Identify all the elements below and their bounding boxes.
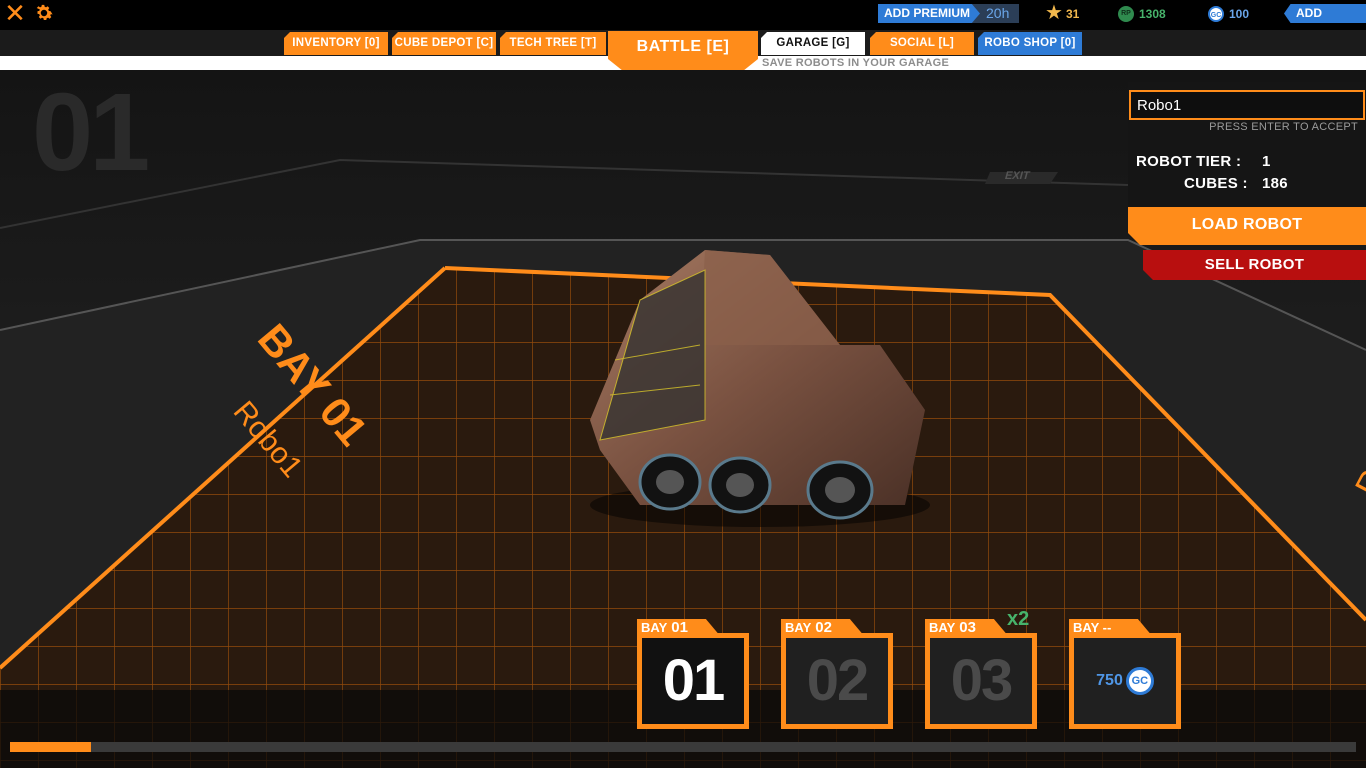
battle-button[interactable]: BATTLE [E] (608, 31, 758, 71)
loading-progress-bar (10, 742, 1356, 752)
bay-number: 01 (662, 648, 725, 713)
press-enter-hint: PRESS ENTER TO ACCEPT (1209, 121, 1358, 133)
bay-slot-03[interactable]: BAY 03 03 (925, 619, 1037, 729)
cubes-row: CUBES : 186 (1184, 175, 1288, 192)
bay-slot-02[interactable]: BAY 02 02 (781, 619, 893, 729)
bay-price-value: 750 (1096, 672, 1123, 689)
bay-number-watermark: 01 (32, 71, 150, 194)
stars-counter: ★ 31 (1045, 2, 1080, 24)
gc-icon: GC (1208, 5, 1224, 22)
gc-value: 100 (1229, 6, 1250, 21)
add-premium-button[interactable]: ADD PREMIUM (878, 4, 980, 23)
bay-slot-01[interactable]: BAY 01 01 (637, 619, 749, 729)
tab-cube-depot[interactable]: CUBE DEPOT [C] (392, 32, 496, 55)
tab-robo-shop[interactable]: ROBO SHOP [0] (978, 32, 1082, 55)
tab-inventory[interactable]: INVENTORY [0] (284, 32, 388, 55)
bay-body: 01 (637, 633, 749, 729)
robot-tier-label: ROBOT TIER : (1136, 153, 1242, 170)
gc-icon: GC (1125, 667, 1154, 695)
add-funds-button[interactable]: ADD FUNDS (1284, 4, 1366, 23)
bay-body: 03 (925, 633, 1037, 729)
bay-slot-locked[interactable]: BAY -- 750 GC (1069, 619, 1181, 729)
gear-icon[interactable] (33, 2, 55, 24)
loading-progress-fill (10, 742, 91, 752)
bay-number: 03 (950, 648, 1013, 713)
stars-value: 31 (1065, 6, 1080, 21)
cubes-label: CUBES : (1184, 175, 1248, 192)
rp-value: 1308 (1139, 6, 1166, 21)
star-icon: ★ (1045, 2, 1063, 24)
exit-sign: EXIT (1003, 170, 1032, 182)
robot-name-input[interactable] (1129, 90, 1365, 120)
robot-tier-row: ROBOT TIER : 1 (1136, 153, 1270, 170)
cubes-value: 186 (1262, 175, 1288, 192)
bay-number: 02 (806, 648, 869, 713)
bay-body: 02 (781, 633, 893, 729)
sell-robot-button[interactable]: SELL ROBOT (1143, 250, 1366, 280)
close-icon[interactable]: ✕ (4, 0, 26, 26)
top-bar: ✕ ADD PREMIUM 20h ★ 31 RP 1308 GC 100 AD… (0, 0, 1366, 30)
robits-counter: RP 1308 (1118, 4, 1166, 23)
rp-icon: RP (1118, 5, 1134, 22)
bay-multiplier-badge: x2 (1007, 608, 1030, 630)
tab-garage[interactable]: GARAGE [G] (761, 32, 865, 55)
garage-subtitle: SAVE ROBOTS IN YOUR GARAGE (762, 57, 950, 69)
tab-tech-tree[interactable]: TECH TREE [T] (500, 32, 606, 55)
tab-social[interactable]: SOCIAL [L] (870, 32, 974, 55)
premium-group: ADD PREMIUM 20h (878, 4, 1020, 23)
robot-tier-value: 1 (1262, 153, 1271, 170)
galaxy-credits-counter: GC 100 (1208, 4, 1249, 23)
bay-price: 750 GC (1096, 667, 1154, 695)
bay-body: 750 GC (1069, 633, 1181, 729)
load-robot-button[interactable]: LOAD ROBOT (1128, 207, 1366, 245)
